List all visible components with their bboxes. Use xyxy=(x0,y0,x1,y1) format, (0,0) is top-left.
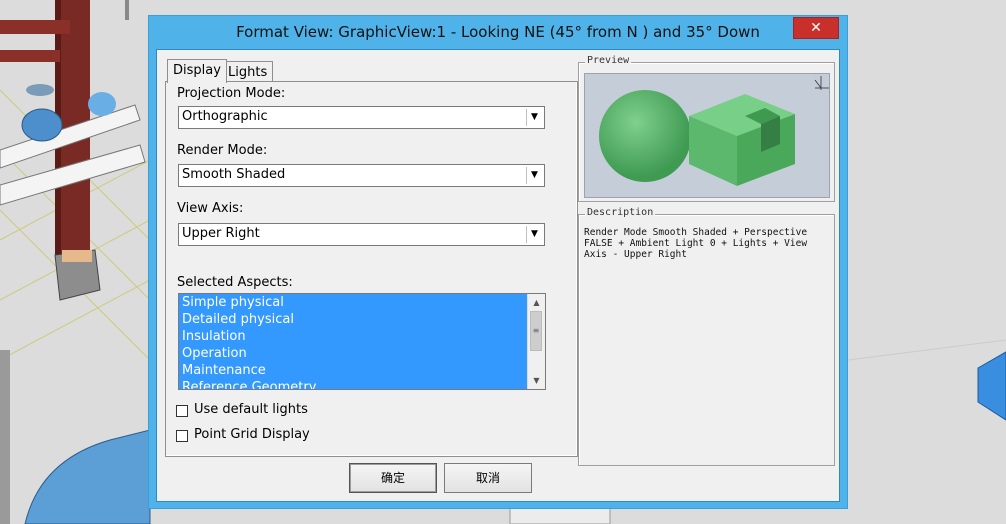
view-axis-select[interactable]: Upper Right ▼ xyxy=(178,223,545,246)
projection-mode-select[interactable]: Orthographic ▼ xyxy=(178,106,545,129)
tab-display-label: Display xyxy=(173,63,221,78)
selected-aspects-label: Selected Aspects: xyxy=(177,275,293,290)
description-line: Axis - Upper Right xyxy=(584,249,687,260)
chevron-down-icon[interactable]: ▼ xyxy=(526,167,542,184)
cancel-button[interactable]: 取消 xyxy=(444,463,532,493)
render-mode-label: Render Mode: xyxy=(177,143,268,158)
point-grid-display-label[interactable]: Point Grid Display xyxy=(194,427,310,442)
list-item[interactable]: Simple physical xyxy=(179,294,545,311)
description-line: FALSE + Ambient Light 0 + Lights + View xyxy=(584,238,808,249)
use-default-lights-label[interactable]: Use default lights xyxy=(194,402,308,417)
tab-lights-label: Lights xyxy=(228,65,268,80)
list-scrollbar[interactable]: ▲ ≡ ▼ xyxy=(527,294,545,389)
point-grid-display-checkbox[interactable] xyxy=(176,430,188,442)
description-line: Render Mode Smooth Shaded + Perspective xyxy=(584,227,808,238)
preview-title: Preview xyxy=(585,55,632,66)
render-mode-value: Smooth Shaded xyxy=(182,167,286,182)
view-axis-label: View Axis: xyxy=(177,201,244,216)
ok-button[interactable]: 确定 xyxy=(349,463,437,493)
projection-mode-label: Projection Mode: xyxy=(177,86,286,101)
description-group: Description Render Mode Smooth Shaded + … xyxy=(578,207,835,466)
format-view-dialog: Format View: GraphicView:1 - Looking NE … xyxy=(148,15,848,509)
scroll-up-icon[interactable]: ▲ xyxy=(528,294,545,311)
view-axis-value: Upper Right xyxy=(182,226,260,241)
list-item[interactable]: Detailed physical xyxy=(179,311,545,328)
list-item[interactable]: Operation xyxy=(179,345,545,362)
tab-display[interactable]: Display xyxy=(167,59,227,83)
close-button[interactable]: ✕ xyxy=(793,17,839,39)
preview-group: Preview xyxy=(578,55,835,202)
chevron-down-icon[interactable]: ▼ xyxy=(526,109,542,126)
scroll-down-icon[interactable]: ▼ xyxy=(528,372,545,389)
display-tab-panel: Projection Mode: Orthographic ▼ Render M… xyxy=(165,81,578,457)
close-icon: ✕ xyxy=(810,20,822,36)
preview-canvas xyxy=(584,73,830,198)
chevron-down-icon[interactable]: ▼ xyxy=(526,226,542,243)
use-default-lights-checkbox[interactable] xyxy=(176,405,188,417)
list-item[interactable]: Insulation xyxy=(179,328,545,345)
description-title: Description xyxy=(585,207,656,218)
projection-mode-value: Orthographic xyxy=(182,109,268,124)
dialog-client-area: Display Lights Projection Mode: Orthogra… xyxy=(156,49,840,502)
tab-lights[interactable]: Lights xyxy=(222,61,274,82)
list-item[interactable]: Reference Geometry xyxy=(179,379,545,389)
render-mode-select[interactable]: Smooth Shaded ▼ xyxy=(178,164,545,187)
list-item[interactable]: Maintenance xyxy=(179,362,545,379)
dialog-title: Format View: GraphicView:1 - Looking NE … xyxy=(236,23,760,41)
preview-render xyxy=(599,76,829,186)
scroll-thumb[interactable]: ≡ xyxy=(530,311,542,351)
description-text: Render Mode Smooth Shaded + Perspective … xyxy=(584,227,834,260)
axis-triad-icon xyxy=(814,76,829,90)
selected-aspects-list[interactable]: Simple physical Detailed physical Insula… xyxy=(178,293,546,390)
